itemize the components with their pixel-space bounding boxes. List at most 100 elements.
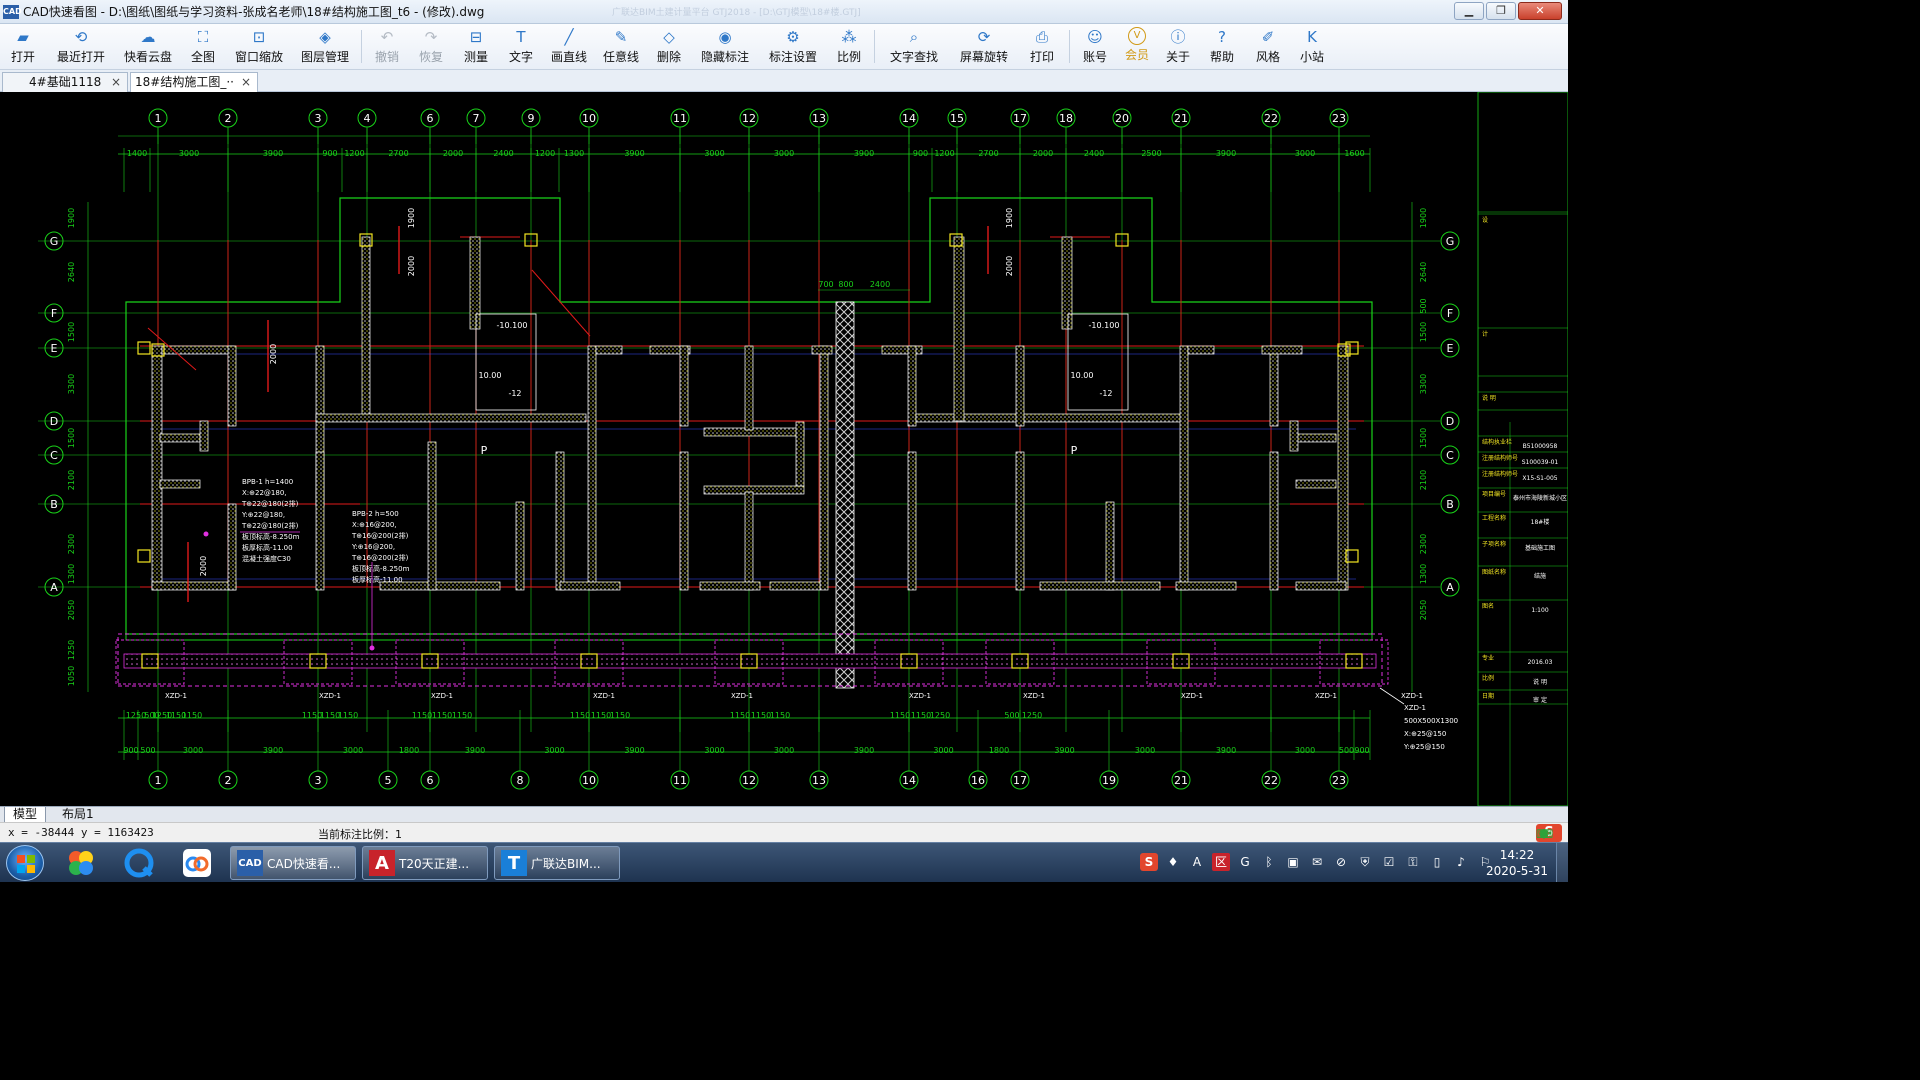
elevation-label: -10.100 bbox=[497, 321, 528, 330]
toolbar-scale-button[interactable]: ⁂ 比例 bbox=[827, 24, 871, 70]
toolbar-about-button[interactable]: ⓘ 关于 bbox=[1157, 24, 1199, 70]
bottom-dimension-text-2: 1150 bbox=[730, 711, 750, 720]
taskbar-app-cad[interactable]: CAD CAD快速看... bbox=[230, 846, 356, 880]
axis-label: 18 bbox=[1059, 112, 1073, 125]
about-info-icon: ⓘ bbox=[1170, 28, 1186, 46]
slab-note-text: X:⊕16@200, bbox=[352, 521, 397, 529]
toolbar-text-button[interactable]: T 文字 bbox=[499, 24, 543, 70]
clock[interactable]: 14:22 2020-5-31 bbox=[1482, 847, 1552, 879]
show-desktop-button[interactable] bbox=[1556, 843, 1568, 882]
toolbar-find-button[interactable]: ⌕ 文字查找 bbox=[878, 24, 950, 70]
tray-icon[interactable]: ♪ bbox=[1452, 853, 1470, 871]
tray-icon[interactable]: 区 bbox=[1212, 853, 1230, 871]
elevation-label: -12 bbox=[508, 389, 521, 398]
cloud-icon: ☁ bbox=[140, 28, 156, 46]
close-button[interactable]: ✕ bbox=[1518, 2, 1562, 20]
pinned-pinwheel-icon[interactable] bbox=[60, 846, 102, 880]
toolbar-undo-button[interactable]: ↶ 撤销 bbox=[365, 24, 409, 70]
bottom-dimension-text: 3900 bbox=[854, 746, 874, 755]
tray-icon[interactable]: ✉ bbox=[1308, 853, 1326, 871]
toolbar-separator bbox=[361, 30, 362, 63]
toolbar-rotate-button[interactable]: ⟳ 屏幕旋转 bbox=[950, 24, 1018, 70]
toolbar-layers-button[interactable]: ◈ 图层管理 bbox=[292, 24, 358, 70]
toolbar-vip-button[interactable]: V 会员 bbox=[1117, 24, 1157, 70]
taskbar-app-t20[interactable]: A T20天正建... bbox=[362, 846, 488, 880]
bottom-dimension-text: 3000 bbox=[1295, 746, 1315, 755]
toolbar-cloud-button[interactable]: ☁ 快看云盘 bbox=[116, 24, 180, 70]
tray-icon[interactable]: A bbox=[1188, 853, 1206, 871]
tray-icon[interactable]: G bbox=[1236, 853, 1254, 871]
start-button[interactable] bbox=[6, 845, 44, 881]
toolbar-account-button[interactable]: ☺ 账号 bbox=[1073, 24, 1117, 70]
toolbar-hide-button[interactable]: ◉ 隐藏标注 bbox=[691, 24, 759, 70]
right-dimension-text: 1300 bbox=[1419, 564, 1428, 584]
maximize-button[interactable]: ❐ bbox=[1486, 2, 1516, 20]
toolbar-line-button[interactable]: ╱ 画直线 bbox=[543, 24, 595, 70]
bottom-dimension-text: 3900 bbox=[624, 746, 644, 755]
toolbar-help-button[interactable]: ? 帮助 bbox=[1199, 24, 1245, 70]
dimension-2000-text: 2000 bbox=[1005, 256, 1014, 276]
tab-close-icon[interactable]: × bbox=[111, 73, 121, 91]
toolbar-redo-button[interactable]: ↷ 恢复 bbox=[409, 24, 453, 70]
axis-label: 19 bbox=[1102, 774, 1116, 787]
right-dimension-text: 2050 bbox=[1419, 600, 1428, 620]
toolbar-delete-button[interactable]: ◇ 删除 bbox=[647, 24, 691, 70]
tray-icon[interactable]: ⊘ bbox=[1332, 853, 1350, 871]
toolbar-site-button[interactable]: K 小站 bbox=[1291, 24, 1333, 70]
pinned-browser-icon[interactable] bbox=[118, 846, 160, 880]
tray-icon[interactable]: ☑ bbox=[1380, 853, 1398, 871]
pile-cap-tag: XZD-1 bbox=[319, 692, 341, 700]
ime-toolbar[interactable]: S A ☽ ♪ ⌨ ⚇ ♣ ▼ ⚘ bbox=[1536, 824, 1562, 842]
tray-icon[interactable]: S bbox=[1140, 853, 1158, 871]
toolbar-button-label: 帮助 bbox=[1209, 50, 1234, 64]
pile-cap-tag: XZD-1 bbox=[1401, 692, 1423, 700]
tray-icon[interactable]: ⚿ bbox=[1404, 853, 1422, 871]
axis-label: 23 bbox=[1332, 774, 1346, 787]
app-logo-icon: CAD bbox=[3, 4, 22, 19]
bottom-dimension-text-2: 1150 bbox=[432, 711, 452, 720]
tab-model[interactable]: 模型 bbox=[4, 807, 47, 823]
shear-wall bbox=[427, 441, 437, 591]
tray-icon[interactable]: ▣ bbox=[1284, 853, 1302, 871]
bottom-dimension-text-2: 1150 bbox=[412, 711, 432, 720]
tray-icon[interactable]: ⛨ bbox=[1356, 853, 1374, 871]
toolbar-recent-button[interactable]: ⟲ 最近打开 bbox=[46, 24, 116, 70]
left-dimension-text: 1500 bbox=[67, 322, 76, 342]
toolbar-freeline-button[interactable]: ✎ 任意线 bbox=[595, 24, 647, 70]
toolbar-button-label: 会员 bbox=[1124, 48, 1149, 62]
toolbar-print-button[interactable]: ⎙ 打印 bbox=[1018, 24, 1066, 70]
bottom-dimension-text: 900 bbox=[1354, 746, 1369, 755]
tab-document-1[interactable]: 4#基础1118 × bbox=[2, 72, 128, 92]
toolbar-measure-button[interactable]: ⊟ 测量 bbox=[453, 24, 499, 70]
axis-label: 15 bbox=[950, 112, 964, 125]
minimize-button[interactable]: ▁ bbox=[1454, 2, 1484, 20]
shear-wall bbox=[1187, 345, 1215, 355]
top-dimension-text: 3900 bbox=[1216, 149, 1236, 158]
taskbar-app-glodon[interactable]: T 广联达BIM... bbox=[494, 846, 620, 880]
bottom-dimension-text: 3000 bbox=[1135, 746, 1155, 755]
tab-document-2[interactable]: 18#结构施工图_·· × bbox=[130, 72, 258, 92]
toolbar-button-label: 最近打开 bbox=[56, 50, 105, 64]
bottom-dimension-text: 3000 bbox=[343, 746, 363, 755]
tray-icon[interactable]: ▯ bbox=[1428, 853, 1446, 871]
title-block-label: 注册结构师号 bbox=[1482, 454, 1518, 462]
toolbar-dimset-button[interactable]: ⚙ 标注设置 bbox=[759, 24, 827, 70]
ime-tool-icon[interactable]: ⚘ bbox=[1536, 827, 1552, 841]
toolbar-full-button[interactable]: ⛶ 全图 bbox=[180, 24, 226, 70]
axis-label: 1 bbox=[155, 112, 162, 125]
top-dimension-text: 1600 bbox=[1344, 149, 1364, 158]
tab-layout1[interactable]: 布局1 bbox=[54, 807, 102, 823]
cad-drawing[interactable]: 1400 3000 3900 900 1200 2700 2000 2400 1200 1300 3… bbox=[0, 92, 1568, 806]
taskbar: CAD CAD快速看... A T20天正建... T 广联达BIM... S ♦… bbox=[0, 842, 1568, 882]
toolbar-button-label: 标注设置 bbox=[768, 50, 817, 64]
shear-wall bbox=[819, 345, 829, 591]
toolbar-style-button[interactable]: ✐ 风格 bbox=[1245, 24, 1291, 70]
slab-note-text: Y:⊕22@180, bbox=[241, 511, 285, 519]
toolbar-zoom-button[interactable]: ⊡ 窗口缩放 bbox=[226, 24, 292, 70]
drawing-canvas[interactable]: 1400 3000 3900 900 1200 2700 2000 2400 1200 1300 3… bbox=[0, 92, 1568, 806]
tray-icon[interactable]: ♦ bbox=[1164, 853, 1182, 871]
tray-icon[interactable]: ᛒ bbox=[1260, 853, 1278, 871]
pinned-baidu-cloud-icon[interactable] bbox=[176, 846, 218, 880]
toolbar-open-button[interactable]: ▰ 打开 bbox=[0, 24, 46, 70]
tab-close-icon[interactable]: × bbox=[241, 73, 251, 91]
